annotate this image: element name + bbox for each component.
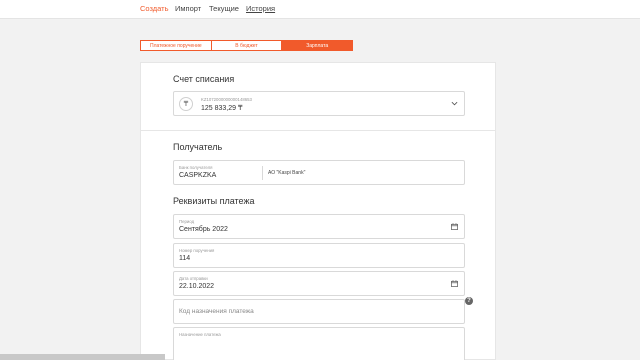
order-number-value: 114: [179, 255, 191, 262]
field-separator: [262, 166, 263, 180]
tab-payment-order[interactable]: Платежное поручение: [141, 41, 212, 50]
recipient-bank-field[interactable]: Банк получателя CASPKZKA АО "Kaspi Bank": [173, 160, 465, 185]
debit-account-select[interactable]: ₸ KZ1072000000000148653 125 833,29 ₸: [173, 91, 465, 116]
payment-type-tabs: Платежное поручение В бюджет Зарплата: [140, 40, 353, 51]
recipient-title: Получатель: [173, 142, 223, 152]
help-icon[interactable]: ?: [465, 297, 473, 305]
period-value: Сентябрь 2022: [179, 226, 228, 233]
payment-code-placeholder: Код назначения платежа: [179, 308, 254, 315]
calendar-icon[interactable]: [451, 280, 458, 287]
top-navigation: Создать Импорт Текущие История: [0, 0, 640, 19]
bic-label: Банк получателя: [179, 165, 213, 170]
payment-purpose-field[interactable]: Назначение платежа: [173, 327, 465, 360]
calendar-icon[interactable]: [451, 223, 458, 230]
period-label: Период: [179, 219, 195, 224]
payment-purpose-label: Назначение платежа: [179, 332, 221, 337]
bank-name: АО "Kaspi Bank": [268, 170, 306, 176]
tenge-icon: ₸: [179, 97, 193, 111]
debit-account-title: Счет списания: [173, 74, 235, 84]
nav-create[interactable]: Создать: [140, 4, 169, 13]
chevron-down-icon: [451, 101, 458, 106]
payment-code-field[interactable]: Код назначения платежа: [173, 299, 465, 324]
horizontal-scrollbar[interactable]: [0, 354, 165, 360]
tab-budget[interactable]: В бюджет: [212, 41, 283, 50]
send-date-label: Дата отправки: [179, 276, 208, 281]
bic-value: CASPKZKA: [179, 172, 217, 179]
nav-current[interactable]: Текущие: [209, 4, 239, 13]
send-date-field[interactable]: Дата отправки 22.10.2022: [173, 271, 465, 296]
order-number-field[interactable]: Номер поручения 114: [173, 243, 465, 268]
nav-history[interactable]: История: [246, 4, 275, 13]
nav-import[interactable]: Импорт: [175, 4, 201, 13]
period-field[interactable]: Период Сентябрь 2022: [173, 214, 465, 239]
order-number-label: Номер поручения: [179, 248, 215, 253]
account-balance: 125 833,29 ₸: [201, 105, 243, 112]
tab-salary[interactable]: Зарплата: [282, 41, 353, 50]
payment-details-title: Реквизиты платежа: [173, 196, 255, 206]
account-number: KZ1072000000000148653: [201, 97, 252, 102]
section-divider: [141, 130, 495, 131]
send-date-value: 22.10.2022: [179, 283, 215, 290]
payment-form-card: Счет списания ₸ KZ1072000000000148653 12…: [140, 62, 496, 360]
